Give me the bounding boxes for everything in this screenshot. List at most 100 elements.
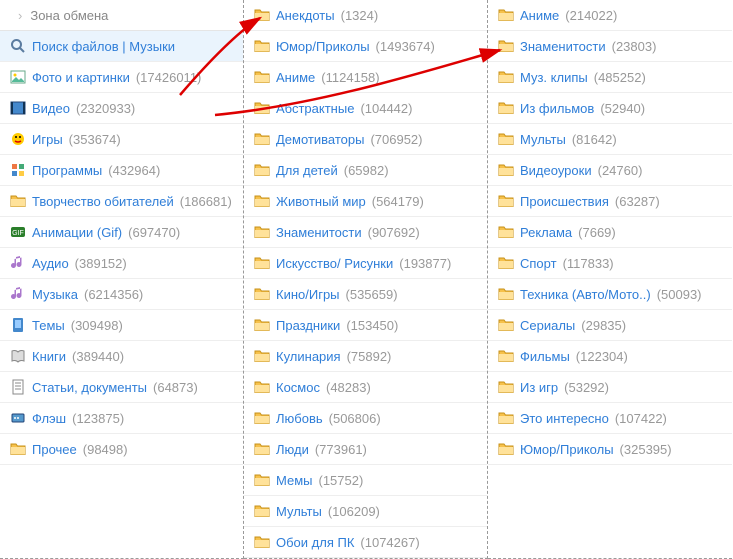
folder-icon bbox=[498, 286, 514, 302]
sidebar-item-label: Видео bbox=[32, 101, 70, 116]
folder-item[interactable]: Кулинария (75892) bbox=[244, 341, 487, 372]
gif-icon: GIF bbox=[10, 224, 26, 240]
folder-item[interactable]: Сериалы (29835) bbox=[488, 310, 732, 341]
sidebar-item[interactable]: Фото и картинки (17426011) bbox=[0, 62, 243, 93]
folder-item[interactable]: Аниме (1124158) bbox=[244, 62, 487, 93]
folder-label: Аниме bbox=[276, 70, 315, 85]
folder-item[interactable]: Мульты (81642) bbox=[488, 124, 732, 155]
folder-item[interactable]: Спорт (117833) bbox=[488, 248, 732, 279]
music-icon bbox=[10, 286, 26, 302]
svg-text:GIF: GIF bbox=[12, 230, 24, 237]
folder-label: Кино/Игры bbox=[276, 287, 340, 302]
folder-item[interactable]: Люди (773961) bbox=[244, 434, 487, 465]
folder-item[interactable]: Муз. клипы (485252) bbox=[488, 62, 732, 93]
folder-icon bbox=[498, 348, 514, 364]
folder-column-3: Аниме (214022)Знаменитости (23803)Муз. к… bbox=[488, 0, 732, 559]
sidebar-item[interactable]: Книги (389440) bbox=[0, 341, 243, 372]
folder-label: Любовь bbox=[276, 411, 323, 426]
folder-count: (7669) bbox=[578, 225, 616, 240]
sidebar-item[interactable]: GIF Анимации (Gif) (697470) bbox=[0, 217, 243, 248]
folder-item[interactable]: Видеоуроки (24760) bbox=[488, 155, 732, 186]
folder-item[interactable]: Космос (48283) bbox=[244, 372, 487, 403]
folder-count: (23803) bbox=[612, 39, 657, 54]
folder-item[interactable]: Это интересно (107422) bbox=[488, 403, 732, 434]
folder-count: (117833) bbox=[563, 256, 614, 271]
folder-item[interactable]: Происшествия (63287) bbox=[488, 186, 732, 217]
sidebar-item[interactable]: Флэш (123875) bbox=[0, 403, 243, 434]
folder-label: Юмор/Приколы bbox=[276, 39, 370, 54]
folder-item[interactable]: Мемы (15752) bbox=[244, 465, 487, 496]
folder-count: (24760) bbox=[598, 163, 643, 178]
folder-count: (535659) bbox=[346, 287, 398, 302]
folder-item[interactable]: Обои для ПК (1074267) bbox=[244, 527, 487, 558]
folder-column-2: Анекдоты (1324)Юмор/Приколы (1493674)Ани… bbox=[244, 0, 488, 559]
breadcrumb: › Зона обмена bbox=[0, 0, 243, 31]
games-icon bbox=[10, 131, 26, 147]
folder-count: (104442) bbox=[360, 101, 412, 116]
folder-count: (506806) bbox=[329, 411, 381, 426]
folder-icon bbox=[254, 410, 270, 426]
folder-item[interactable]: Любовь (506806) bbox=[244, 403, 487, 434]
folder-count: (48283) bbox=[326, 380, 371, 395]
folder-item[interactable]: Юмор/Приколы (1493674) bbox=[244, 31, 487, 62]
sidebar-item-count: (697470) bbox=[128, 225, 180, 240]
folder-item[interactable]: Демотиваторы (706952) bbox=[244, 124, 487, 155]
folder-item[interactable]: Кино/Игры (535659) bbox=[244, 279, 487, 310]
folder-item[interactable]: Юмор/Приколы (325395) bbox=[488, 434, 732, 465]
folder-label: Фильмы bbox=[520, 349, 570, 364]
sidebar-item[interactable]: Музыка (6214356) bbox=[0, 279, 243, 310]
sidebar-item[interactable]: Прочее (98498) bbox=[0, 434, 243, 465]
folder-count: (1074267) bbox=[360, 535, 419, 550]
sidebar-item[interactable]: Аудио (389152) bbox=[0, 248, 243, 279]
sidebar-item[interactable]: Видео (2320933) bbox=[0, 93, 243, 124]
folder-item[interactable]: Анекдоты (1324) bbox=[244, 0, 487, 31]
folder-icon bbox=[498, 317, 514, 333]
folder-label: Для детей bbox=[276, 163, 338, 178]
folder-label: Из игр bbox=[520, 380, 558, 395]
sidebar-item-label: Темы bbox=[32, 318, 65, 333]
folder-count: (1324) bbox=[341, 8, 379, 23]
folder-item[interactable]: Из фильмов (52940) bbox=[488, 93, 732, 124]
folder-label: Видеоуроки bbox=[520, 163, 592, 178]
folder-icon bbox=[254, 193, 270, 209]
folder-item[interactable]: Аниме (214022) bbox=[488, 0, 732, 31]
folder-label: Юмор/Приколы bbox=[520, 442, 614, 457]
folder-label: Искусство/ Рисунки bbox=[276, 256, 393, 271]
sidebar-item-count: (432964) bbox=[108, 163, 160, 178]
sidebar-item[interactable]: Программы (432964) bbox=[0, 155, 243, 186]
folder-label: Муз. клипы bbox=[520, 70, 588, 85]
sidebar-item[interactable]: Игры (353674) bbox=[0, 124, 243, 155]
folder-item[interactable]: Техника (Авто/Мото..) (50093) bbox=[488, 279, 732, 310]
folder-item[interactable]: Искусство/ Рисунки (193877) bbox=[244, 248, 487, 279]
search-row[interactable]: Поиск файлов | Музыки bbox=[0, 31, 243, 62]
folder-item[interactable]: Праздники (153450) bbox=[244, 310, 487, 341]
folder-item[interactable]: Реклама (7669) bbox=[488, 217, 732, 248]
folder-icon bbox=[498, 100, 514, 116]
sidebar-item-label: Анимации (Gif) bbox=[32, 225, 122, 240]
sidebar-item[interactable]: Статьи, документы (64873) bbox=[0, 372, 243, 403]
folder-item[interactable]: Знаменитости (23803) bbox=[488, 31, 732, 62]
folder-item[interactable]: Мульты (106209) bbox=[244, 496, 487, 527]
folder-icon bbox=[254, 441, 270, 457]
folder-item[interactable]: Знаменитости (907692) bbox=[244, 217, 487, 248]
folder-item[interactable]: Из игр (53292) bbox=[488, 372, 732, 403]
search-label: Поиск файлов | Музыки bbox=[32, 39, 175, 54]
folder-icon bbox=[254, 348, 270, 364]
folder-label: Мемы bbox=[276, 473, 313, 488]
folder-item[interactable]: Животный мир (564179) bbox=[244, 186, 487, 217]
folder-item[interactable]: Для детей (65982) bbox=[244, 155, 487, 186]
folder-icon bbox=[498, 131, 514, 147]
docs-icon bbox=[10, 379, 26, 395]
sidebar: › Зона обмена Поиск файлов | Музыки Фото… bbox=[0, 0, 244, 559]
folder-item[interactable]: Фильмы (122304) bbox=[488, 341, 732, 372]
folder-icon bbox=[254, 100, 270, 116]
folder-item[interactable]: Абстрактные (104442) bbox=[244, 93, 487, 124]
folder-label: Кулинария bbox=[276, 349, 341, 364]
folder-count: (53292) bbox=[564, 380, 609, 395]
sidebar-item[interactable]: Творчество обитателей (186681) bbox=[0, 186, 243, 217]
sidebar-item-count: (123875) bbox=[72, 411, 124, 426]
sidebar-item-label: Прочее bbox=[32, 442, 77, 457]
sidebar-item-label: Статьи, документы bbox=[32, 380, 147, 395]
sidebar-item[interactable]: Темы (309498) bbox=[0, 310, 243, 341]
folder-label: Мульты bbox=[520, 132, 566, 147]
